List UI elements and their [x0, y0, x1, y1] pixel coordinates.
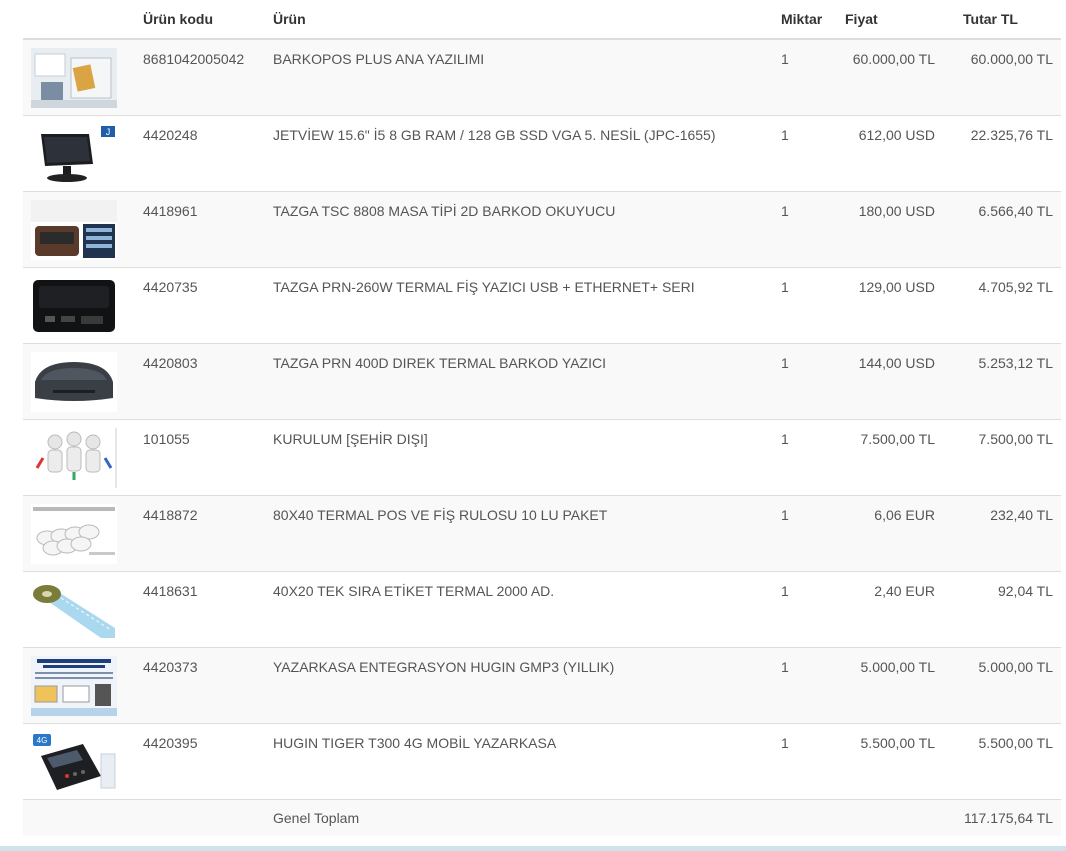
mobile-pos-device-thumbnail-icon[interactable]: 4G: [31, 731, 117, 792]
quantity: 1: [773, 38, 833, 115]
product-code: 4418631: [135, 570, 265, 647]
product-code: 4420735: [135, 266, 265, 343]
thermal-printer-thumbnail-icon[interactable]: [31, 275, 117, 336]
unit-price: 7.500,00 TL: [833, 418, 943, 495]
product-code: 4420395: [135, 722, 265, 799]
table-row: J 4420248 JETVİEW 15.6" İ5 8 GB RAM / 12…: [23, 114, 1061, 191]
table-row: 8681042005042 BARKOPOS PLUS ANA YAZILIMI…: [23, 38, 1061, 115]
grand-total-row: Genel Toplam 117.175,64 TL: [23, 798, 1061, 836]
product-code: 4420803: [135, 342, 265, 419]
table-row: 4420803 TAZGA PRN 400D DIREK TERMAL BARK…: [23, 342, 1061, 419]
product-code: 4418961: [135, 190, 265, 267]
svg-text:4G: 4G: [37, 736, 48, 745]
line-total: 232,40 TL: [943, 494, 1061, 571]
barcode-scanner-thumbnail-icon[interactable]: [31, 199, 117, 260]
line-total: 7.500,00 TL: [943, 418, 1061, 495]
table-row: 4G 4420395 HUGIN TIGER T300 4G MOBİL YAZ…: [23, 722, 1061, 799]
quantity: 1: [773, 114, 833, 191]
order-items-table: Ürün kodu Ürün Miktar Fiyat Tutar TL 868…: [23, 0, 1061, 836]
header-product-code: Ürün kodu: [135, 0, 265, 40]
unit-price: 6,06 EUR: [833, 494, 943, 571]
line-total: 60.000,00 TL: [943, 38, 1061, 115]
bottom-edge-bar: [0, 846, 1066, 851]
software-box-thumbnail-icon[interactable]: [31, 48, 117, 108]
table-header-row: Ürün kodu Ürün Miktar Fiyat Tutar TL: [23, 0, 1061, 40]
table-row: 4418961 TAZGA TSC 8808 MASA TİPİ 2D BARK…: [23, 190, 1061, 267]
grand-total-value: 117.175,64 TL: [943, 798, 1061, 836]
product-code: 8681042005042: [135, 38, 265, 115]
header-product: Ürün: [265, 0, 773, 40]
unit-price: 144,00 USD: [833, 342, 943, 419]
installation-team-thumbnail-icon[interactable]: [31, 427, 117, 488]
line-total: 5.253,12 TL: [943, 342, 1061, 419]
product-code: 4418872: [135, 494, 265, 571]
table-row: 4420735 TAZGA PRN-260W TERMAL FİŞ YAZICI…: [23, 266, 1061, 343]
unit-price: 129,00 USD: [833, 266, 943, 343]
product-code: 101055: [135, 418, 265, 495]
header-image: [23, 0, 135, 40]
product-name[interactable]: 80X40 TERMAL POS VE FİŞ RULOSU 10 LU PAK…: [265, 494, 773, 571]
product-code: 4420373: [135, 646, 265, 723]
line-total: 6.566,40 TL: [943, 190, 1061, 267]
line-total: 92,04 TL: [943, 570, 1061, 647]
header-total: Tutar TL: [943, 0, 1061, 40]
table-row: 4420373 YAZARKASA ENTEGRASYON HUGIN GMP3…: [23, 646, 1061, 723]
quantity: 1: [773, 418, 833, 495]
unit-price: 60.000,00 TL: [833, 38, 943, 115]
table-row: 101055 KURULUM [ŞEHİR DIŞI] 1 7.500,00 T…: [23, 418, 1061, 495]
line-total: 22.325,76 TL: [943, 114, 1061, 191]
quantity: 1: [773, 570, 833, 647]
product-name[interactable]: KURULUM [ŞEHİR DIŞI]: [265, 418, 773, 495]
line-total: 5.000,00 TL: [943, 646, 1061, 723]
product-name[interactable]: TAZGA TSC 8808 MASA TİPİ 2D BARKOD OKUYU…: [265, 190, 773, 267]
label-roll-thumbnail-icon[interactable]: [31, 579, 117, 640]
paper-rolls-thumbnail-icon[interactable]: [31, 503, 117, 564]
unit-price: 180,00 USD: [833, 190, 943, 267]
quantity: 1: [773, 342, 833, 419]
quantity: 1: [773, 190, 833, 267]
table-row: 4418631 40X20 TEK SIRA ETİKET TERMAL 200…: [23, 570, 1061, 647]
unit-price: 2,40 EUR: [833, 570, 943, 647]
product-name[interactable]: HUGIN TIGER T300 4G MOBİL YAZARKASA: [265, 722, 773, 799]
line-total: 4.705,92 TL: [943, 266, 1061, 343]
product-name[interactable]: 40X20 TEK SIRA ETİKET TERMAL 2000 AD.: [265, 570, 773, 647]
grand-total-label: Genel Toplam: [265, 798, 773, 836]
product-name[interactable]: JETVİEW 15.6" İ5 8 GB RAM / 128 GB SSD V…: [265, 114, 773, 191]
unit-price: 5.500,00 TL: [833, 722, 943, 799]
line-total: 5.500,00 TL: [943, 722, 1061, 799]
header-quantity: Miktar: [773, 0, 833, 40]
product-name[interactable]: TAZGA PRN 400D DIREK TERMAL BARKOD YAZIC…: [265, 342, 773, 419]
quantity: 1: [773, 722, 833, 799]
quantity: 1: [773, 646, 833, 723]
table-row: 4418872 80X40 TERMAL POS VE FİŞ RULOSU 1…: [23, 494, 1061, 571]
svg-text:J: J: [106, 127, 111, 137]
unit-price: 612,00 USD: [833, 114, 943, 191]
cash-register-integration-thumbnail-icon[interactable]: [31, 655, 117, 716]
product-name[interactable]: BARKOPOS PLUS ANA YAZILIMI: [265, 38, 773, 115]
order-summary: Ürün kodu Ürün Miktar Fiyat Tutar TL 868…: [23, 0, 1061, 836]
header-price: Fiyat: [833, 0, 943, 40]
unit-price: 5.000,00 TL: [833, 646, 943, 723]
product-code: 4420248: [135, 114, 265, 191]
label-printer-thumbnail-icon[interactable]: [31, 351, 117, 412]
pos-touch-monitor-thumbnail-icon[interactable]: J: [31, 123, 117, 184]
product-name[interactable]: TAZGA PRN-260W TERMAL FİŞ YAZICI USB + E…: [265, 266, 773, 343]
quantity: 1: [773, 266, 833, 343]
product-name[interactable]: YAZARKASA ENTEGRASYON HUGIN GMP3 (YILLIK…: [265, 646, 773, 723]
quantity: 1: [773, 494, 833, 571]
